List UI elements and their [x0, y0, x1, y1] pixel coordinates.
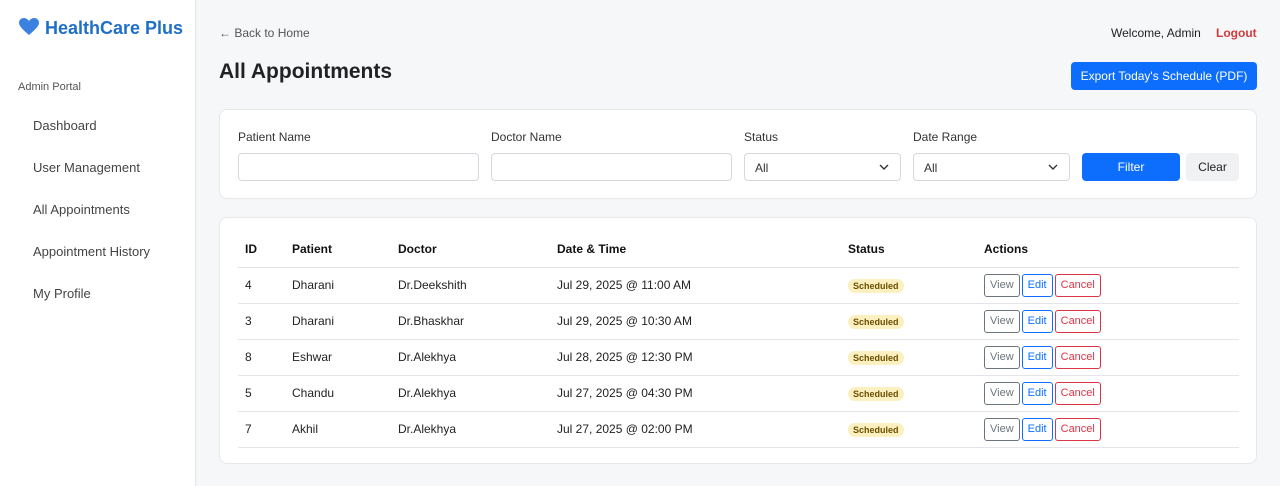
- date-range-label: Date Range: [913, 130, 978, 144]
- edit-button[interactable]: Edit: [1021, 345, 1053, 369]
- edit-button[interactable]: Edit: [1021, 381, 1053, 405]
- cell-id: 8: [238, 339, 285, 376]
- column-header-patient[interactable]: Patient: [285, 232, 391, 268]
- page-title: All Appointments: [219, 60, 393, 83]
- cell-doctor: Dr.Alekhya: [391, 411, 550, 448]
- status-label: Status: [744, 130, 779, 144]
- cell-doctor: Dr.Bhaskhar: [391, 303, 550, 340]
- cell-doctor: Dr.Deekshith: [391, 267, 550, 304]
- welcome-text: Welcome, Admin: [1111, 26, 1201, 40]
- status-badge: Scheduled: [848, 350, 904, 365]
- cell-actions: View Edit Cancel: [977, 375, 1239, 412]
- column-header-datetime[interactable]: Date & Time: [550, 232, 841, 268]
- cell-id: 5: [238, 375, 285, 412]
- cell-datetime: Jul 28, 2025 @ 12:30 PM: [550, 339, 841, 376]
- sidebar-item-user-management[interactable]: User Management: [33, 160, 140, 175]
- edit-button[interactable]: Edit: [1021, 417, 1053, 441]
- logout-link[interactable]: Logout: [1216, 26, 1257, 40]
- cell-status: Scheduled: [841, 339, 977, 376]
- status-badge: Scheduled: [848, 386, 904, 401]
- column-header-status[interactable]: Status: [841, 232, 977, 268]
- cell-status: Scheduled: [841, 375, 977, 412]
- sidebar: HealthCare Plus Admin Portal Dashboard U…: [0, 0, 196, 486]
- sidebar-item-all-appointments[interactable]: All Appointments: [33, 202, 130, 217]
- brand-logo[interactable]: HealthCare Plus: [19, 18, 189, 41]
- cancel-button[interactable]: Cancel: [1054, 273, 1101, 297]
- column-header-actions: Actions: [977, 232, 1239, 268]
- table-row: 8 Eshwar Dr.Alekhya Jul 28, 2025 @ 12:30…: [238, 339, 1239, 376]
- cell-datetime: Jul 27, 2025 @ 04:30 PM: [550, 375, 841, 412]
- edit-button[interactable]: Edit: [1021, 273, 1053, 297]
- filter-button[interactable]: Filter: [1082, 153, 1180, 181]
- cell-patient: Akhil: [285, 411, 391, 448]
- table-row: 4 Dharani Dr.Deekshith Jul 29, 2025 @ 11…: [238, 267, 1239, 304]
- view-button[interactable]: View: [984, 417, 1020, 441]
- back-to-home-link[interactable]: ← Back to Home: [219, 26, 310, 40]
- sidebar-item-my-profile[interactable]: My Profile: [33, 286, 91, 301]
- table-row: 7 Akhil Dr.Alekhya Jul 27, 2025 @ 02:00 …: [238, 411, 1239, 448]
- cancel-button[interactable]: Cancel: [1054, 309, 1101, 333]
- patient-name-input[interactable]: [238, 153, 479, 181]
- column-header-id[interactable]: ID: [238, 232, 285, 268]
- status-badge: Scheduled: [848, 314, 904, 329]
- filter-panel: Patient Name Doctor Name Status All Date…: [219, 109, 1257, 199]
- cell-datetime: Jul 29, 2025 @ 11:00 AM: [550, 267, 841, 304]
- appointments-table: ID Patient Doctor Date & Time Status Act…: [238, 232, 1239, 448]
- cell-actions: View Edit Cancel: [977, 267, 1239, 304]
- view-button[interactable]: View: [984, 309, 1020, 333]
- status-badge: Scheduled: [848, 422, 904, 437]
- cancel-button[interactable]: Cancel: [1054, 417, 1101, 441]
- view-button[interactable]: View: [984, 381, 1020, 405]
- cell-status: Scheduled: [841, 267, 977, 304]
- table-row: 3 Dharani Dr.Bhaskhar Jul 29, 2025 @ 10:…: [238, 303, 1239, 340]
- cell-datetime: Jul 29, 2025 @ 10:30 AM: [550, 303, 841, 340]
- chevron-down-icon: [879, 164, 889, 170]
- table-header-row: ID Patient Doctor Date & Time Status Act…: [238, 232, 1239, 268]
- cell-actions: View Edit Cancel: [977, 303, 1239, 340]
- table-row: 5 Chandu Dr.Alekhya Jul 27, 2025 @ 04:30…: [238, 375, 1239, 412]
- cell-actions: View Edit Cancel: [977, 339, 1239, 376]
- column-header-doctor[interactable]: Doctor: [391, 232, 550, 268]
- cell-status: Scheduled: [841, 411, 977, 448]
- date-range-select[interactable]: All: [913, 153, 1070, 181]
- cell-patient: Chandu: [285, 375, 391, 412]
- cell-patient: Dharani: [285, 303, 391, 340]
- brand-name: HealthCare Plus: [45, 18, 184, 38]
- cancel-button[interactable]: Cancel: [1054, 381, 1101, 405]
- cell-doctor: Dr.Alekhya: [391, 339, 550, 376]
- cell-actions: View Edit Cancel: [977, 411, 1239, 448]
- view-button[interactable]: View: [984, 273, 1020, 297]
- edit-button[interactable]: Edit: [1021, 309, 1053, 333]
- clear-button[interactable]: Clear: [1186, 153, 1239, 181]
- cell-patient: Eshwar: [285, 339, 391, 376]
- cell-patient: Dharani: [285, 267, 391, 304]
- doctor-name-label: Doctor Name: [491, 130, 562, 144]
- status-badge: Scheduled: [848, 278, 904, 293]
- cell-doctor: Dr.Alekhya: [391, 375, 550, 412]
- chevron-down-icon: [1048, 164, 1058, 170]
- heart-icon: [19, 18, 41, 41]
- cancel-button[interactable]: Cancel: [1054, 345, 1101, 369]
- appointments-table-card: ID Patient Doctor Date & Time Status Act…: [219, 217, 1257, 464]
- sidebar-item-appointment-history[interactable]: Appointment History: [33, 244, 150, 259]
- status-select[interactable]: All: [744, 153, 901, 181]
- sidebar-item-dashboard[interactable]: Dashboard: [33, 118, 97, 133]
- view-button[interactable]: View: [984, 345, 1020, 369]
- cell-id: 7: [238, 411, 285, 448]
- export-schedule-button[interactable]: Export Today's Schedule (PDF): [1071, 62, 1257, 90]
- date-range-select-value: All: [924, 161, 938, 175]
- doctor-name-input[interactable]: [491, 153, 732, 181]
- cell-datetime: Jul 27, 2025 @ 02:00 PM: [550, 411, 841, 448]
- portal-label: Admin Portal: [18, 81, 81, 93]
- cell-status: Scheduled: [841, 303, 977, 340]
- cell-id: 4: [238, 267, 285, 304]
- patient-name-label: Patient Name: [238, 130, 311, 144]
- cell-id: 3: [238, 303, 285, 340]
- status-select-value: All: [755, 161, 769, 175]
